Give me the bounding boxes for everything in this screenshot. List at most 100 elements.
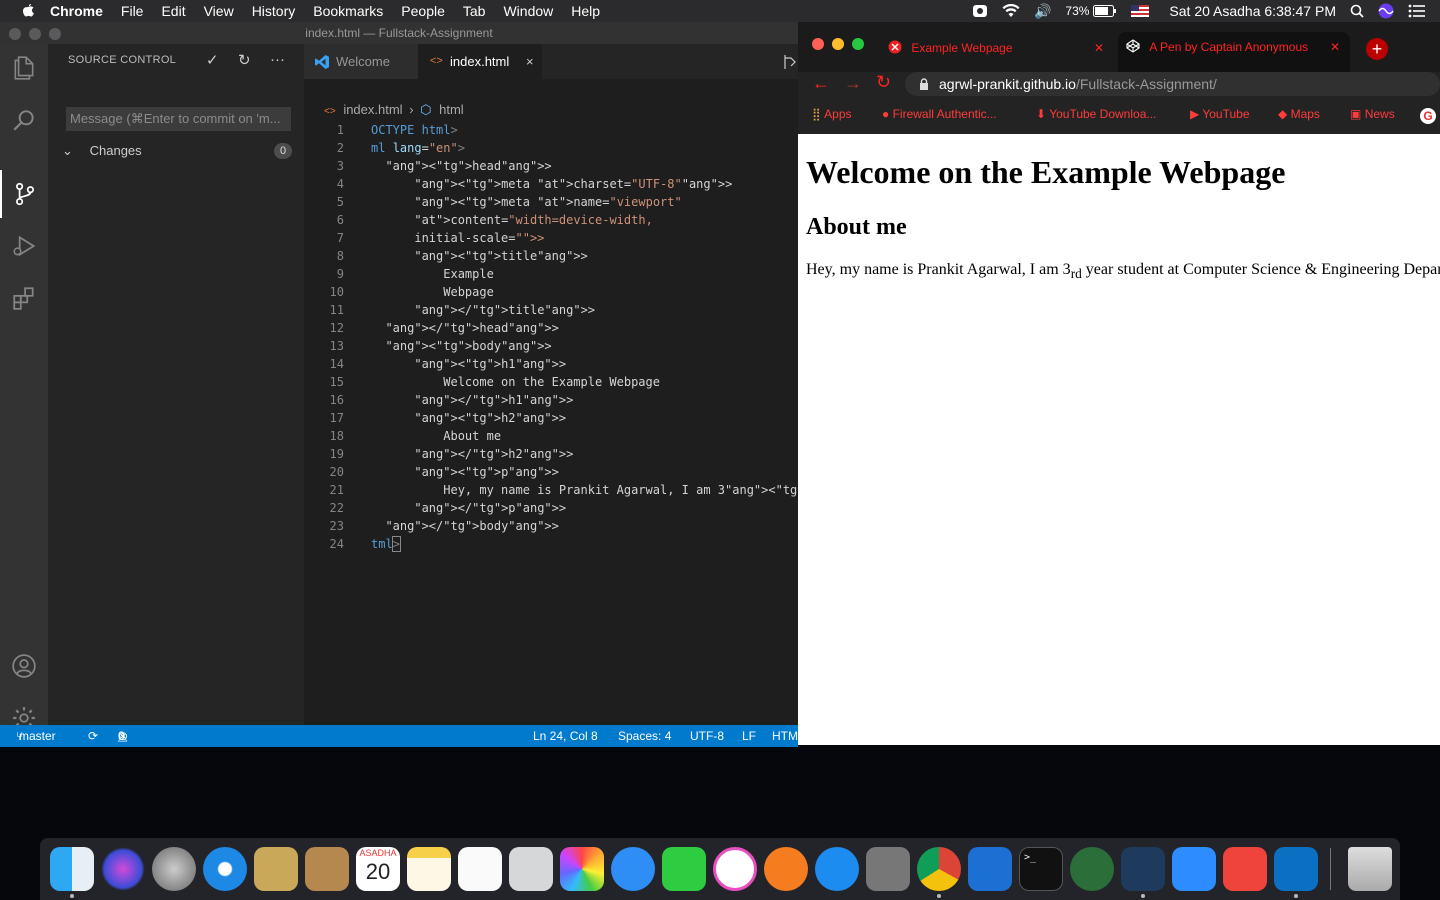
cursor-position[interactable]: Ln 24, Col 8 [533, 725, 598, 747]
search-button[interactable] [0, 96, 48, 144]
zoom-window-button[interactable] [49, 28, 61, 40]
notification-center-icon[interactable] [1408, 4, 1426, 18]
menu-file[interactable]: File [121, 3, 144, 19]
code-line[interactable]: "ang"><"tg">p"ang">> [371, 463, 559, 481]
commit-message-input[interactable]: Message (⌘Enter to commit on 'm... [66, 107, 291, 131]
menu-edit[interactable]: Edit [161, 3, 185, 19]
menu-bookmarks[interactable]: Bookmarks [313, 3, 383, 19]
close-icon[interactable]: ✕ [1094, 34, 1104, 62]
trash-icon[interactable] [1348, 847, 1392, 891]
code-line[interactable]: ml lang="en"> [371, 139, 465, 157]
code-line[interactable]: "ang"></"tg">p"ang">> [371, 499, 566, 517]
finder-icon[interactable] [50, 847, 94, 891]
forward-arrow-icon[interactable]: → [844, 73, 862, 94]
tab-welcome[interactable]: Welcome [304, 44, 418, 79]
spotlight-search-icon[interactable] [1350, 4, 1364, 18]
close-window-button[interactable] [812, 38, 824, 50]
code-line[interactable]: "ang"></"tg">title"ang">> [371, 301, 595, 319]
code-line[interactable]: tml> [371, 535, 401, 553]
more-actions-icon[interactable]: ··· [270, 51, 285, 68]
menu-app-name[interactable]: Chrome [50, 3, 103, 19]
menu-window[interactable]: Window [503, 3, 553, 19]
code-line[interactable]: "ang"></"tg">h1"ang">> [371, 391, 573, 409]
run-debug-button[interactable] [0, 222, 48, 270]
xcode-icon[interactable] [968, 847, 1012, 891]
preview-icon[interactable] [509, 847, 553, 891]
sync-icon[interactable]: ⟳ [88, 725, 98, 747]
menubar-clock[interactable]: Sat 20 Asadha 6:38:47 PM [1169, 3, 1336, 19]
close-icon[interactable]: ✕ [1330, 32, 1340, 62]
wifi-icon[interactable] [1002, 4, 1020, 18]
bookmark-maps[interactable]: ◆ Maps [1278, 107, 1320, 121]
close-icon[interactable]: × [526, 44, 534, 79]
bookmark-firewall[interactable]: ● Firewall Authentic... [882, 107, 997, 121]
vscode-icon[interactable] [1274, 847, 1318, 891]
code-line[interactable]: initial-scale="">> [371, 229, 544, 247]
menu-tab[interactable]: Tab [463, 3, 486, 19]
notes-icon[interactable] [407, 847, 451, 891]
code-line[interactable]: Example [371, 265, 494, 283]
breadcrumb-symbol[interactable]: html [439, 102, 464, 117]
tab-codepen[interactable]: A Pen by Captain Anonymous ✕ [1118, 32, 1350, 72]
app-store-icon[interactable] [815, 847, 859, 891]
menu-history[interactable]: History [252, 3, 296, 19]
code-line[interactable]: "ang"><"tg">body"ang">> [371, 337, 551, 355]
apple-icon[interactable] [20, 3, 36, 19]
zoom-window-button[interactable] [852, 38, 864, 50]
bookmark-apps[interactable]: ⣿ Apps [812, 107, 852, 121]
flag-icon[interactable] [1131, 5, 1150, 17]
menu-view[interactable]: View [204, 3, 234, 19]
books-icon[interactable] [764, 847, 808, 891]
commit-check-icon[interactable]: ✓ [206, 51, 219, 69]
code-line[interactable]: "ang"><"tg">title"ang">> [371, 247, 587, 265]
code-line[interactable]: Webpage [371, 283, 494, 301]
bookmark-youtube-downloader[interactable]: ⬇ YouTube Downloa... [1036, 107, 1156, 121]
minimize-window-button[interactable] [832, 38, 844, 50]
code-line[interactable]: Welcome on the Example Webpage [371, 373, 660, 391]
indentation[interactable]: Spaces: 4 [618, 725, 671, 747]
battery-icon[interactable] [1093, 5, 1117, 17]
code-line[interactable]: "ang"><"tg">meta "at">charset="UTF-8""an… [371, 175, 732, 193]
line-ending[interactable]: LF [742, 725, 756, 747]
bookmark-youtube[interactable]: ▶ YouTube [1190, 107, 1250, 121]
volume-icon[interactable]: 🔊 [1034, 3, 1051, 20]
android-studio-icon[interactable] [1070, 847, 1114, 891]
terminal-icon[interactable]: >_ [1019, 847, 1063, 891]
extensions-button[interactable] [0, 274, 48, 322]
code-line[interactable]: "ang"><"tg">head"ang">> [371, 157, 551, 175]
itunes-icon[interactable] [713, 847, 757, 891]
menu-people[interactable]: People [401, 3, 445, 19]
open-changes-icon[interactable] [782, 54, 798, 70]
reminders-icon[interactable] [458, 847, 502, 891]
address-bar[interactable]: agrwl-prankit.github.io/Fullstack-Assign… [905, 72, 1440, 96]
code-line[interactable]: Hey, my name is Prankit Agarwal, I am 3"… [371, 481, 798, 499]
code-line[interactable]: "ang"><"tg">h1"ang">> [371, 355, 566, 373]
code-line[interactable]: "at">content="width=device-width, [371, 211, 652, 229]
launchpad-icon[interactable] [152, 847, 196, 891]
changes-group[interactable]: ⌄ Changes 0 [62, 140, 292, 162]
system-preferences-icon[interactable] [866, 847, 910, 891]
reload-icon[interactable]: ↻ [876, 72, 891, 93]
code-line[interactable]: "ang"><"tg">meta "at">name="viewport" [371, 193, 681, 211]
sourcetree-icon[interactable] [1121, 847, 1165, 891]
refresh-icon[interactable]: ↻ [238, 51, 251, 69]
calendar-icon[interactable]: ASADHA 20 [356, 847, 400, 891]
explorer-button[interactable] [0, 44, 48, 92]
chrome-icon[interactable] [917, 847, 961, 891]
zoom-icon[interactable] [1172, 847, 1216, 891]
close-window-button[interactable] [9, 28, 21, 40]
language-mode[interactable]: HTM [772, 725, 798, 747]
screen-record-icon[interactable] [972, 4, 988, 18]
code-line[interactable]: "ang"></"tg">body"ang">> [371, 517, 558, 535]
safari-icon[interactable] [203, 847, 247, 891]
messages-icon[interactable] [611, 847, 655, 891]
code-line[interactable]: "ang"></"tg">h2"ang">> [371, 445, 573, 463]
contacts-icon[interactable] [305, 847, 349, 891]
bookmark-news[interactable]: ▣ News [1350, 107, 1395, 121]
menu-help[interactable]: Help [571, 3, 600, 19]
back-arrow-icon[interactable]: ← [812, 73, 830, 94]
tab-index-html[interactable]: <> index.html × [418, 44, 542, 79]
minimize-window-button[interactable] [29, 28, 41, 40]
siri-icon[interactable] [101, 847, 145, 891]
facetime-icon[interactable] [662, 847, 706, 891]
